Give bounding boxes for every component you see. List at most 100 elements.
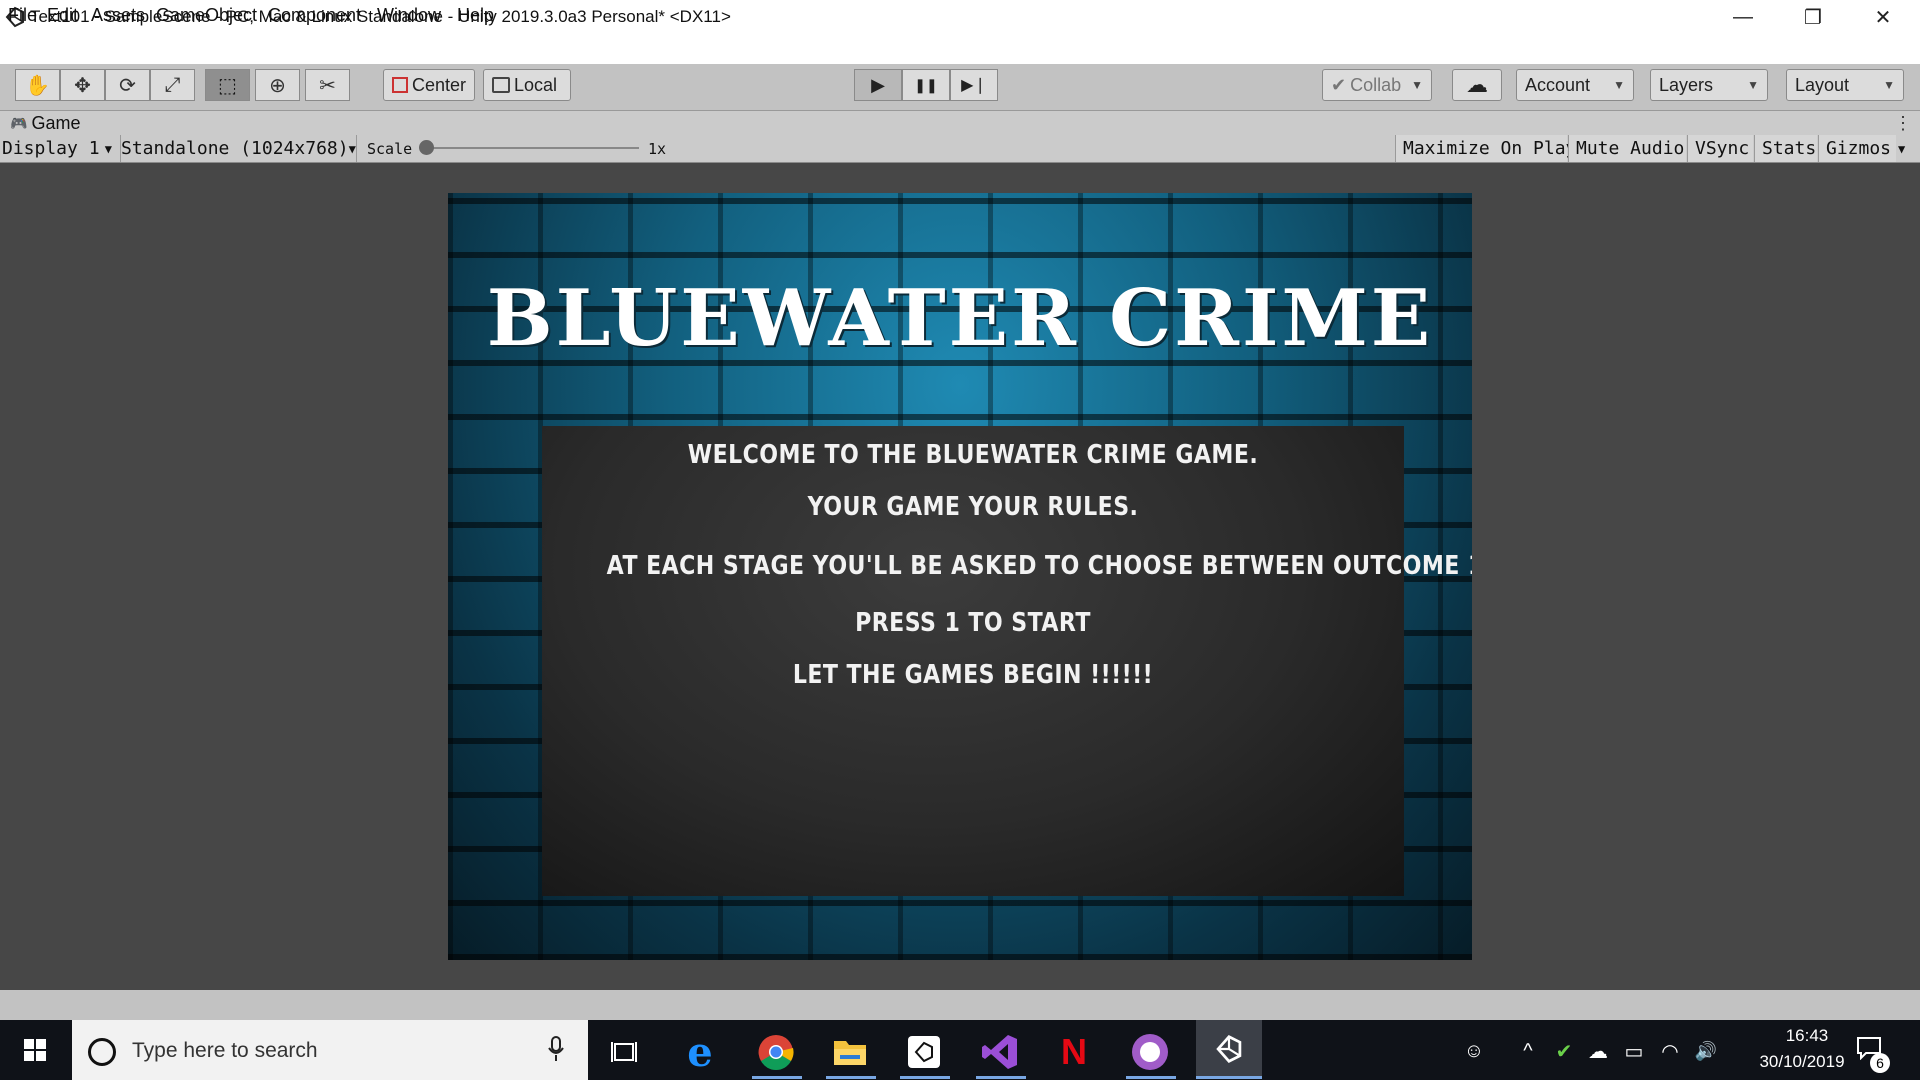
play-button[interactable]: ▶ <box>854 69 902 101</box>
unity-running-indicator <box>1196 1076 1262 1079</box>
cloud-icon: ☁ <box>1466 72 1488 97</box>
minimize-button[interactable]: — <box>1708 0 1778 34</box>
move-icon: ✥ <box>74 74 91 97</box>
volume-icon[interactable]: 🔊 <box>1692 1036 1720 1066</box>
game-tab-label: Game <box>31 113 81 133</box>
chevron-down-icon: ▼ <box>348 141 356 156</box>
layout-label: Layout <box>1795 74 1850 95</box>
mute-audio-toggle[interactable]: Mute Audio <box>1568 135 1686 162</box>
gizmos-dropdown-icon[interactable]: ▼ <box>1898 135 1905 162</box>
wifi-icon[interactable]: ◠ <box>1656 1036 1684 1066</box>
account-dropdown[interactable]: Account ▼ <box>1516 69 1634 101</box>
scale-label: Scale <box>367 139 413 158</box>
transform-icon: ⊕ <box>269 74 286 97</box>
gizmos-toggle[interactable]: Gizmos <box>1818 135 1896 162</box>
rotate-icon: ⟳ <box>119 74 136 97</box>
rotate-tool-button[interactable]: ⟳ <box>105 69 150 101</box>
local-icon <box>492 77 510 93</box>
step-icon: ▶❘ <box>961 77 987 94</box>
start-button[interactable] <box>0 1020 70 1080</box>
move-tool-button[interactable]: ✥ <box>60 69 105 101</box>
layout-dropdown[interactable]: Layout ▼ <box>1786 69 1904 101</box>
cortana-icon <box>88 1038 116 1066</box>
show-hidden-icons-icon[interactable]: ^ <box>1514 1036 1542 1066</box>
vsync-toggle[interactable]: VSync <box>1687 135 1753 162</box>
scale-slider-thumb[interactable] <box>419 140 434 155</box>
chevron-down-icon: ▼ <box>1411 78 1423 92</box>
menu-assets[interactable]: Assets <box>91 5 145 26</box>
pivot-center-button[interactable]: Center <box>383 69 475 101</box>
pivot-local-label: Local <box>514 74 558 95</box>
explorer-running-indicator <box>826 1076 876 1079</box>
menu-bar <box>0 34 1920 64</box>
file-explorer-icon[interactable] <box>828 1030 872 1074</box>
close-button[interactable]: ✕ <box>1848 0 1918 34</box>
menu-edit[interactable]: Edit <box>47 5 78 26</box>
clock-date[interactable]: 30/10/2019 <box>1742 1052 1862 1072</box>
scale-tool-button[interactable]: ⤢ <box>150 69 195 101</box>
notification-count-badge: 6 <box>1870 1053 1890 1073</box>
game-tab[interactable]: 🎮 Game <box>10 113 80 134</box>
sync-check-icon[interactable]: ✔ <box>1550 1036 1578 1066</box>
story-line: WELCOME TO THE BLUEWATER CRIME GAME. <box>687 440 1259 470</box>
layers-label: Layers <box>1659 74 1714 95</box>
task-view-icon[interactable] <box>602 1030 646 1074</box>
chrome-icon[interactable] <box>754 1030 798 1074</box>
cloud-button[interactable]: ☁ <box>1452 69 1502 101</box>
chevron-down-icon: ▼ <box>1747 78 1759 92</box>
scale-value: 1x <box>648 139 667 158</box>
unity-hub-icon[interactable] <box>902 1030 946 1074</box>
custom-tool-icon: ✂ <box>319 74 336 97</box>
unity-icon[interactable] <box>1196 1020 1262 1078</box>
story-text-panel: WELCOME TO THE BLUEWATER CRIME GAME. YOU… <box>542 426 1472 896</box>
maximize-on-play-toggle[interactable]: Maximize On Play <box>1395 135 1576 162</box>
onedrive-icon[interactable]: ☁ <box>1584 1036 1612 1066</box>
game-title: BLUEWATER CRIME <box>486 273 1434 364</box>
pause-button[interactable]: ❚❚ <box>902 69 950 101</box>
stats-toggle[interactable]: Stats <box>1754 135 1817 162</box>
scale-icon: ⤢ <box>164 73 181 96</box>
github-desktop-icon[interactable] <box>1128 1030 1172 1074</box>
custom-tool-button[interactable]: ✂ <box>305 69 350 101</box>
restore-button[interactable]: ❐ <box>1778 0 1848 34</box>
clock-time[interactable]: 16:43 <box>1762 1026 1852 1046</box>
menu-gameobject[interactable]: GameObject <box>156 5 257 26</box>
menu-file[interactable]: File <box>8 5 37 26</box>
microphone-icon[interactable] <box>548 1036 564 1062</box>
vs-running-indicator <box>976 1076 1026 1079</box>
story-line: YOUR GAME YOUR RULES. <box>807 492 1139 522</box>
pause-icon: ❚❚ <box>914 76 938 93</box>
pivot-center-label: Center <box>411 74 466 95</box>
pivot-local-button[interactable]: Local <box>483 69 571 101</box>
menu-window[interactable]: Window <box>377 5 441 26</box>
chevron-down-icon: ▼ <box>1883 78 1895 92</box>
people-icon[interactable]: ☺ <box>1460 1036 1488 1066</box>
windows-logo-icon <box>24 1039 46 1061</box>
transform-tool-button[interactable]: ⊕ <box>255 69 300 101</box>
story-line: PRESS 1 TO START <box>855 608 1091 638</box>
hand-tool-button[interactable]: ✋ <box>15 69 60 101</box>
game-tab-bar <box>0 111 1920 135</box>
unity-hub-running-indicator <box>900 1076 950 1079</box>
rect-tool-button[interactable]: ⬚ <box>205 69 250 101</box>
edge-icon[interactable]: e <box>678 1029 722 1076</box>
battery-icon[interactable]: ▭ <box>1620 1036 1648 1066</box>
scale-slider-track[interactable] <box>421 147 639 149</box>
chevron-down-icon: ▼ <box>104 141 112 156</box>
visual-studio-icon[interactable] <box>978 1030 1022 1074</box>
layers-dropdown[interactable]: Layers ▼ <box>1650 69 1768 101</box>
panel-options-icon[interactable]: ⋮ <box>1894 113 1912 134</box>
menu-component[interactable]: Component <box>268 5 361 26</box>
resolution-dropdown[interactable]: Standalone (1024x768) ▼ <box>120 135 356 162</box>
menu-help[interactable]: Help <box>457 5 494 26</box>
gamepad-icon: 🎮 <box>10 115 28 131</box>
collab-dropdown[interactable]: ✔ Collab ▼ <box>1322 69 1432 101</box>
story-line: AT EACH STAGE YOU'LL BE ASKED TO CHOOSE … <box>606 551 1472 581</box>
step-button[interactable]: ▶❘ <box>950 69 998 101</box>
game-canvas[interactable]: BLUEWATER CRIME WELCOME TO THE BLUEWATER… <box>448 193 1472 960</box>
display-label: Display 1 <box>2 138 100 159</box>
netflix-icon[interactable]: N <box>1052 1030 1096 1074</box>
display-dropdown[interactable]: Display 1 ▼ <box>2 135 112 162</box>
play-icon: ▶ <box>871 74 885 95</box>
pivot-icon <box>392 77 408 93</box>
